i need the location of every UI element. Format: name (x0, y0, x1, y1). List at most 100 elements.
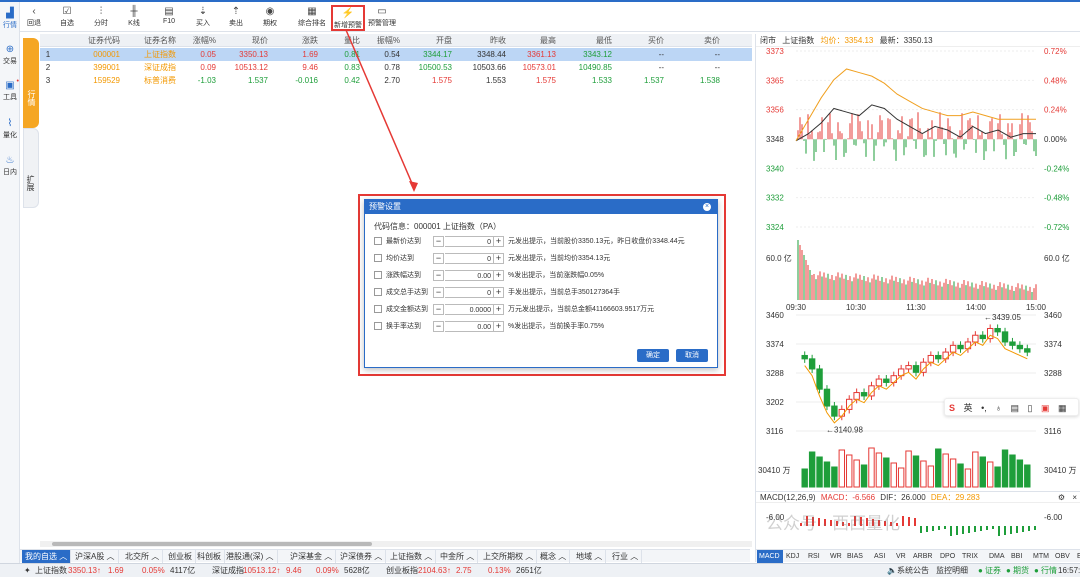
bottom-tab-11[interactable]: 概念 ︿ (537, 550, 571, 563)
column-header[interactable]: 现价 (220, 34, 272, 47)
indicator-tab-1[interactable]: KDJ (784, 550, 805, 563)
condition-value-input[interactable]: 0 (445, 236, 493, 247)
rail-item-1[interactable]: ⊕ 交易 (0, 44, 20, 66)
indicator-tab-10[interactable]: DMA (987, 550, 1008, 563)
clipboard-icon[interactable]: ▯ (1028, 403, 1033, 413)
rail-item-4[interactable]: ♨ 日内 (0, 155, 20, 177)
column-header[interactable]: 昨收 (456, 34, 510, 47)
toolbar-btn-6[interactable]: ⇡ 卖出 (225, 5, 247, 31)
bottom-tab-12[interactable]: 地域 ︿ (573, 550, 607, 563)
close-icon[interactable]: × (703, 203, 711, 211)
column-header[interactable]: 涨跌 (272, 34, 322, 47)
decrement-button[interactable]: − (433, 321, 444, 332)
bottom-tab-7[interactable]: 沪深债券 ︿ (337, 550, 387, 563)
toolbar-btn-7[interactable]: ◉ 期权 (259, 5, 281, 31)
toolbar-btn-9[interactable]: ⚡ 新增预警 (331, 5, 365, 31)
punctuation-icon[interactable]: •, (981, 403, 987, 413)
indicator-tab-9[interactable]: TRIX (960, 550, 986, 563)
cancel-button[interactable]: 取消 (676, 349, 708, 362)
condition-checkbox[interactable] (374, 288, 382, 296)
increment-button[interactable]: + (493, 304, 504, 315)
condition-value-input[interactable]: 0.00 (445, 321, 493, 332)
column-header[interactable]: 最低 (560, 34, 616, 47)
column-header[interactable]: 证券代码 (60, 34, 124, 47)
condition-checkbox[interactable] (374, 305, 382, 313)
grid-menu-icon[interactable]: ▦ (1058, 403, 1067, 413)
horizontal-scrollbar[interactable] (40, 541, 752, 547)
ime-toolbar[interactable]: S 英 •, ♁ ▤ ▯ ▣ ▦ (944, 398, 1079, 416)
bottom-tab-5[interactable]: 港股通(深) ︿ (223, 550, 278, 563)
increment-button[interactable]: + (493, 270, 504, 281)
indicator-tab-4[interactable]: BIAS (845, 550, 871, 563)
column-header[interactable]: 量比 (322, 34, 364, 47)
intraday-chart[interactable]: 3373 0.72% 3365 0.48% 3356 0.24% 3348 0.00% 3340… (756, 47, 1080, 312)
condition-checkbox[interactable] (374, 237, 382, 245)
toolbar-btn-2[interactable]: ⫶ 分时 (90, 5, 112, 31)
bottom-tab-0[interactable]: 我的自选 ︿ (22, 550, 72, 563)
bottom-tab-13[interactable]: 行业 ︿ (609, 550, 643, 563)
toolbar-btn-10[interactable]: ▭ 预警管理 (365, 5, 399, 31)
indicator-tab-6[interactable]: VR (894, 550, 910, 563)
bottom-tab-1[interactable]: 沪深A股 ︿ (72, 550, 119, 563)
ok-button[interactable]: 确定 (637, 349, 669, 362)
bottom-tab-8[interactable]: 上证指数 ︿ (387, 550, 437, 563)
decrement-button[interactable]: − (433, 253, 444, 264)
status-item[interactable]: ● 期货 (1006, 564, 1029, 577)
indicator-tab-0[interactable]: MACD (757, 550, 783, 563)
indicator-tab-11[interactable]: BBI (1009, 550, 1030, 563)
column-header[interactable]: 振幅% (364, 34, 404, 47)
column-header[interactable]: 最高 (510, 34, 560, 47)
status-item[interactable]: ● 行情 (1034, 564, 1057, 577)
increment-button[interactable]: + (493, 287, 504, 298)
side-tab-expand[interactable]: 扩展 (23, 128, 39, 208)
column-header[interactable]: 买价 (616, 34, 668, 47)
increment-button[interactable]: + (493, 321, 504, 332)
toolbar-btn-0[interactable]: ‹ 回退 (23, 5, 45, 31)
condition-value-input[interactable]: 0.0000 (445, 304, 493, 315)
condition-checkbox[interactable] (374, 271, 382, 279)
speaker-icon[interactable]: 🔈 (887, 564, 897, 577)
indicator-tab-2[interactable]: RSI (806, 550, 827, 563)
indicator-tab-7[interactable]: ARBR (911, 550, 937, 563)
toolbar-btn-3[interactable]: ╫ K线 (123, 5, 145, 31)
table-row[interactable]: 2 399001 深证成指 0.09 10513.12 9.46 0.83 0.78 10500… (40, 61, 752, 74)
toolbar-btn-4[interactable]: ▤ F10 (158, 5, 180, 31)
status-item[interactable]: ● 证券 (978, 564, 1001, 577)
bottom-tab-10[interactable]: 上交所期权 ︿ (480, 550, 538, 563)
condition-value-input[interactable]: 0.00 (445, 270, 493, 281)
indicator-tab-14[interactable]: EXPMA (1075, 550, 1080, 563)
status-item[interactable]: 系统公告 (897, 564, 929, 577)
side-tab-market[interactable]: 行情 (23, 38, 39, 128)
bottom-tab-9[interactable]: 中金所 ︿ (437, 550, 479, 563)
toolbar-btn-1[interactable]: ☑ 自选 (56, 5, 78, 31)
column-header[interactable]: 涨幅% (180, 34, 220, 47)
skin-icon[interactable]: ▣ (1041, 403, 1050, 413)
decrement-button[interactable]: − (433, 270, 444, 281)
rail-item-0[interactable]: ▟ 行情 (0, 8, 20, 30)
decrement-button[interactable]: − (433, 287, 444, 298)
table-row[interactable]: 1 000001 上证指数 0.05 3350.13 1.69 0.81 0.54 3344.1… (40, 48, 752, 61)
scrollbar-thumb[interactable] (52, 542, 372, 546)
keyboard-icon[interactable]: ▤ (1011, 403, 1020, 413)
ime-lang[interactable]: 英 (964, 403, 973, 413)
bottom-tab-4[interactable]: 科创板 (194, 550, 225, 563)
bottom-tab-3[interactable]: 创业板 (165, 550, 196, 563)
indicator-tab-3[interactable]: WR (828, 550, 844, 563)
condition-value-input[interactable]: 0 (445, 287, 493, 298)
toolbar-btn-8[interactable]: ▦ 综合排名 (295, 5, 329, 31)
column-header[interactable]: 证券名称 (124, 34, 180, 47)
indicator-tab-5[interactable]: ASI (872, 550, 893, 563)
decrement-button[interactable]: − (433, 236, 444, 247)
decrement-button[interactable]: − (433, 304, 444, 315)
toolbar-btn-5[interactable]: ⇣ 买入 (192, 5, 214, 31)
settings-icon[interactable]: ⚙ (1058, 492, 1065, 504)
settings-icon[interactable] (40, 34, 60, 47)
condition-checkbox[interactable] (374, 322, 382, 330)
rail-item-2[interactable]: ▣ 工具 • (0, 78, 20, 102)
increment-button[interactable]: + (493, 236, 504, 247)
column-header[interactable]: 卖价 (668, 34, 724, 47)
indicator-tab-12[interactable]: MTM (1031, 550, 1052, 563)
rail-item-3[interactable]: ⌇ 量化 (0, 118, 20, 140)
table-row[interactable]: 3 159529 标普消费 -1.03 1.537 -0.016 0.42 2.70 1.575… (40, 74, 752, 87)
column-header[interactable]: 开盘 (404, 34, 456, 47)
